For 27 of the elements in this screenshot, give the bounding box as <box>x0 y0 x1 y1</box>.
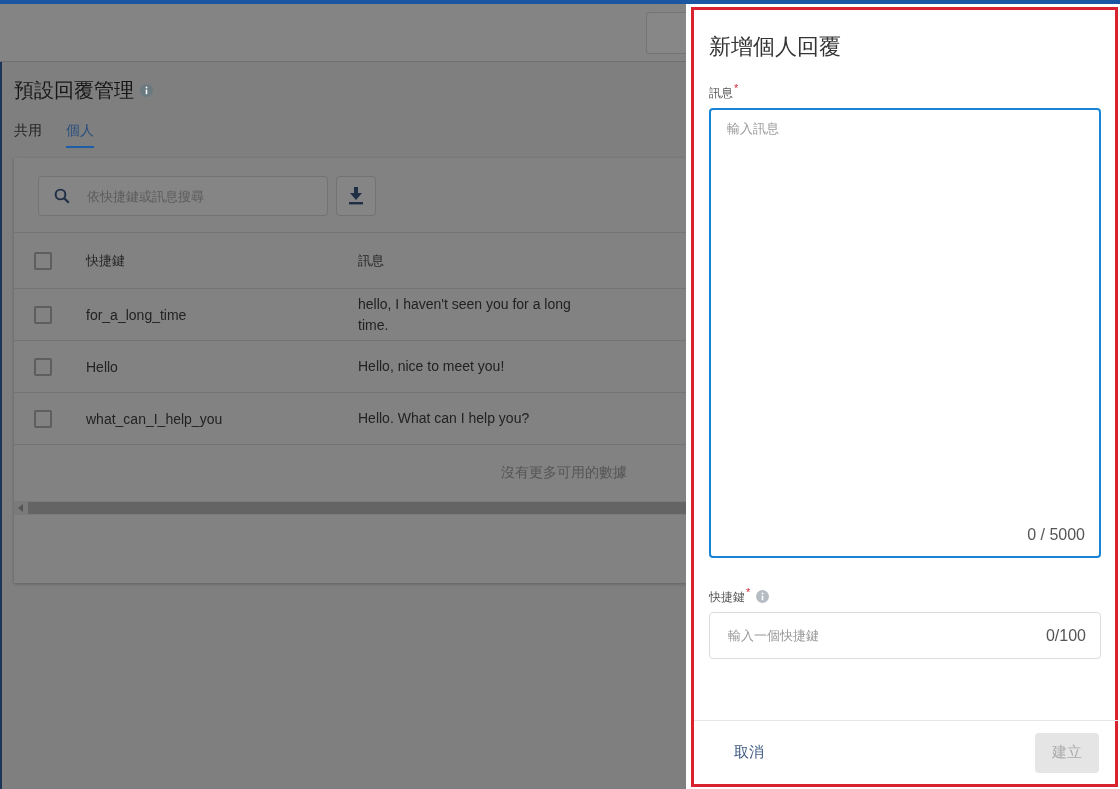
char-counter: 0/100 <box>1045 626 1086 645</box>
header-button[interactable] <box>646 12 686 54</box>
search-icon <box>53 187 71 205</box>
table-cell-text: what_can_I_help_you <box>86 410 224 427</box>
table-cell-text: hello, I haven't seen you for a long time. <box>358 294 572 335</box>
column-header: 快捷鍵 <box>86 251 126 270</box>
table-cell-text: Hello, nice to meet you! <box>358 357 506 376</box>
table-cell-text: Hello <box>86 358 119 375</box>
table-cell-text: Hello. What can I help you? <box>358 409 531 428</box>
page-title: 預設回覆管理 <box>14 77 134 103</box>
cancel-button[interactable]: 取消 <box>720 732 778 773</box>
download-icon <box>348 187 364 205</box>
checkbox[interactable] <box>34 409 52 428</box>
left-arrow-icon <box>18 504 24 512</box>
drawer-title: 新增個人回覆 <box>709 33 842 61</box>
download-button[interactable] <box>336 176 376 216</box>
info-icon <box>140 83 153 97</box>
table-cell-text: for_a_long_time <box>86 306 188 323</box>
message-field[interactable]: 輸入訊息 0 / 5000 <box>709 108 1101 558</box>
checkbox[interactable] <box>34 357 52 376</box>
checkbox[interactable] <box>34 305 52 324</box>
column-header: 訊息 <box>358 252 385 270</box>
shortcut-field[interactable]: 輸入一個快捷鍵 0/100 <box>709 612 1101 659</box>
info-icon <box>756 589 770 603</box>
char-counter: 0 / 5000 <box>1027 526 1085 544</box>
checkbox[interactable] <box>34 251 52 270</box>
tab[interactable]: 共用 <box>14 116 42 148</box>
